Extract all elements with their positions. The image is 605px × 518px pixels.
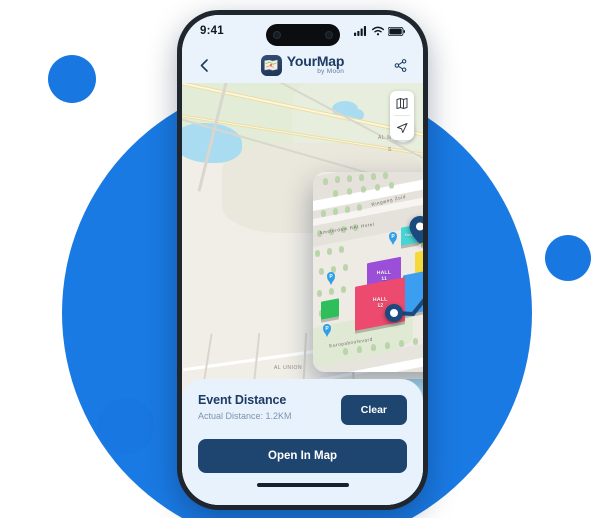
decorative-circle-right [545,235,591,281]
camera-lens-icon [324,31,333,39]
brand-subtitle: by Moon [317,68,345,76]
current-location-dot[interactable] [385,304,403,322]
share-icon [395,58,407,72]
tree-icon [317,290,322,296]
tree-icon [375,184,380,190]
tree-icon [333,208,338,214]
tree-icon [321,210,326,216]
tree-icon [389,182,394,188]
back-button[interactable] [194,55,214,75]
decorative-circle-bottom-left [98,398,154,454]
sheet-subtitle: Actual Distance: 1.2KM [198,411,292,421]
map-book-icon [260,54,282,76]
tree-icon [343,348,348,354]
home-indicator [256,483,349,487]
tree-icon [345,206,350,212]
tree-icon [385,342,390,348]
clear-button[interactable]: Clear [340,395,407,425]
event-map-card[interactable]: HALL8PASSAGEHALL9HALL11HALL10HALL12HALL … [313,172,423,372]
app-bar: YourMap by Moon [182,47,423,83]
navigate-button[interactable] [390,116,414,140]
base-map-label: AL UNION [274,365,303,371]
status-icons [354,26,405,36]
tree-icon [327,248,332,254]
tree-icon [413,338,418,344]
sheet-header-row: Event Distance Actual Distance: 1.2KM Cl… [198,393,407,425]
bottom-sheet: Event Distance Actual Distance: 1.2KM Cl… [182,379,423,505]
sheet-title: Event Distance [198,393,287,407]
tree-icon [383,172,388,178]
brand-text: YourMap by Moon [286,53,345,76]
tree-icon [371,173,376,179]
tree-icon [335,176,340,182]
destination-pin-icon[interactable] [409,216,423,244]
tree-icon [333,190,338,196]
tree-icon [357,204,362,210]
wifi-icon [372,26,384,36]
event-map-canvas: HALL8PASSAGEHALL9HALL11HALL10HALL12HALL … [313,172,423,372]
tree-icon [319,268,324,274]
tree-icon [343,264,348,270]
tree-icon [341,286,346,292]
tree-icon [339,246,344,252]
phone-mockup: S AL MSAL [177,10,428,510]
decorative-circle-top-left [48,55,96,103]
map-layers-icon [396,97,408,109]
status-time: 9:41 [200,25,224,37]
base-map-label: S [388,147,392,153]
app-brand: YourMap by Moon [260,53,345,76]
dynamic-island [265,24,340,46]
sheet-text-block: Event Distance Actual Distance: 1.2KM [198,393,292,421]
tree-icon [399,340,404,346]
tree-icon [315,250,320,256]
tree-icon [359,174,364,180]
tree-icon [371,344,376,350]
camera-lens-icon [272,31,281,39]
navigation-arrow-icon [397,123,408,133]
share-button[interactable] [391,55,411,75]
chevron-left-icon [200,58,208,72]
tree-icon [347,188,352,194]
tree-icon [361,186,366,192]
tree-icon [357,346,362,352]
tree-icon [323,178,328,184]
tree-icon [347,175,352,181]
map-layers-button[interactable] [390,91,414,115]
battery-icon [388,26,405,36]
brand-title: YourMap [286,53,345,70]
open-in-map-button[interactable]: Open In Map [198,439,407,473]
screenshot-root: S AL MSAL [0,0,605,518]
phone-screen: S AL MSAL [182,15,423,505]
map-controls [390,91,414,140]
signal-bars-icon [354,26,367,36]
hall-block[interactable] [321,298,339,320]
tree-icon [329,288,334,294]
